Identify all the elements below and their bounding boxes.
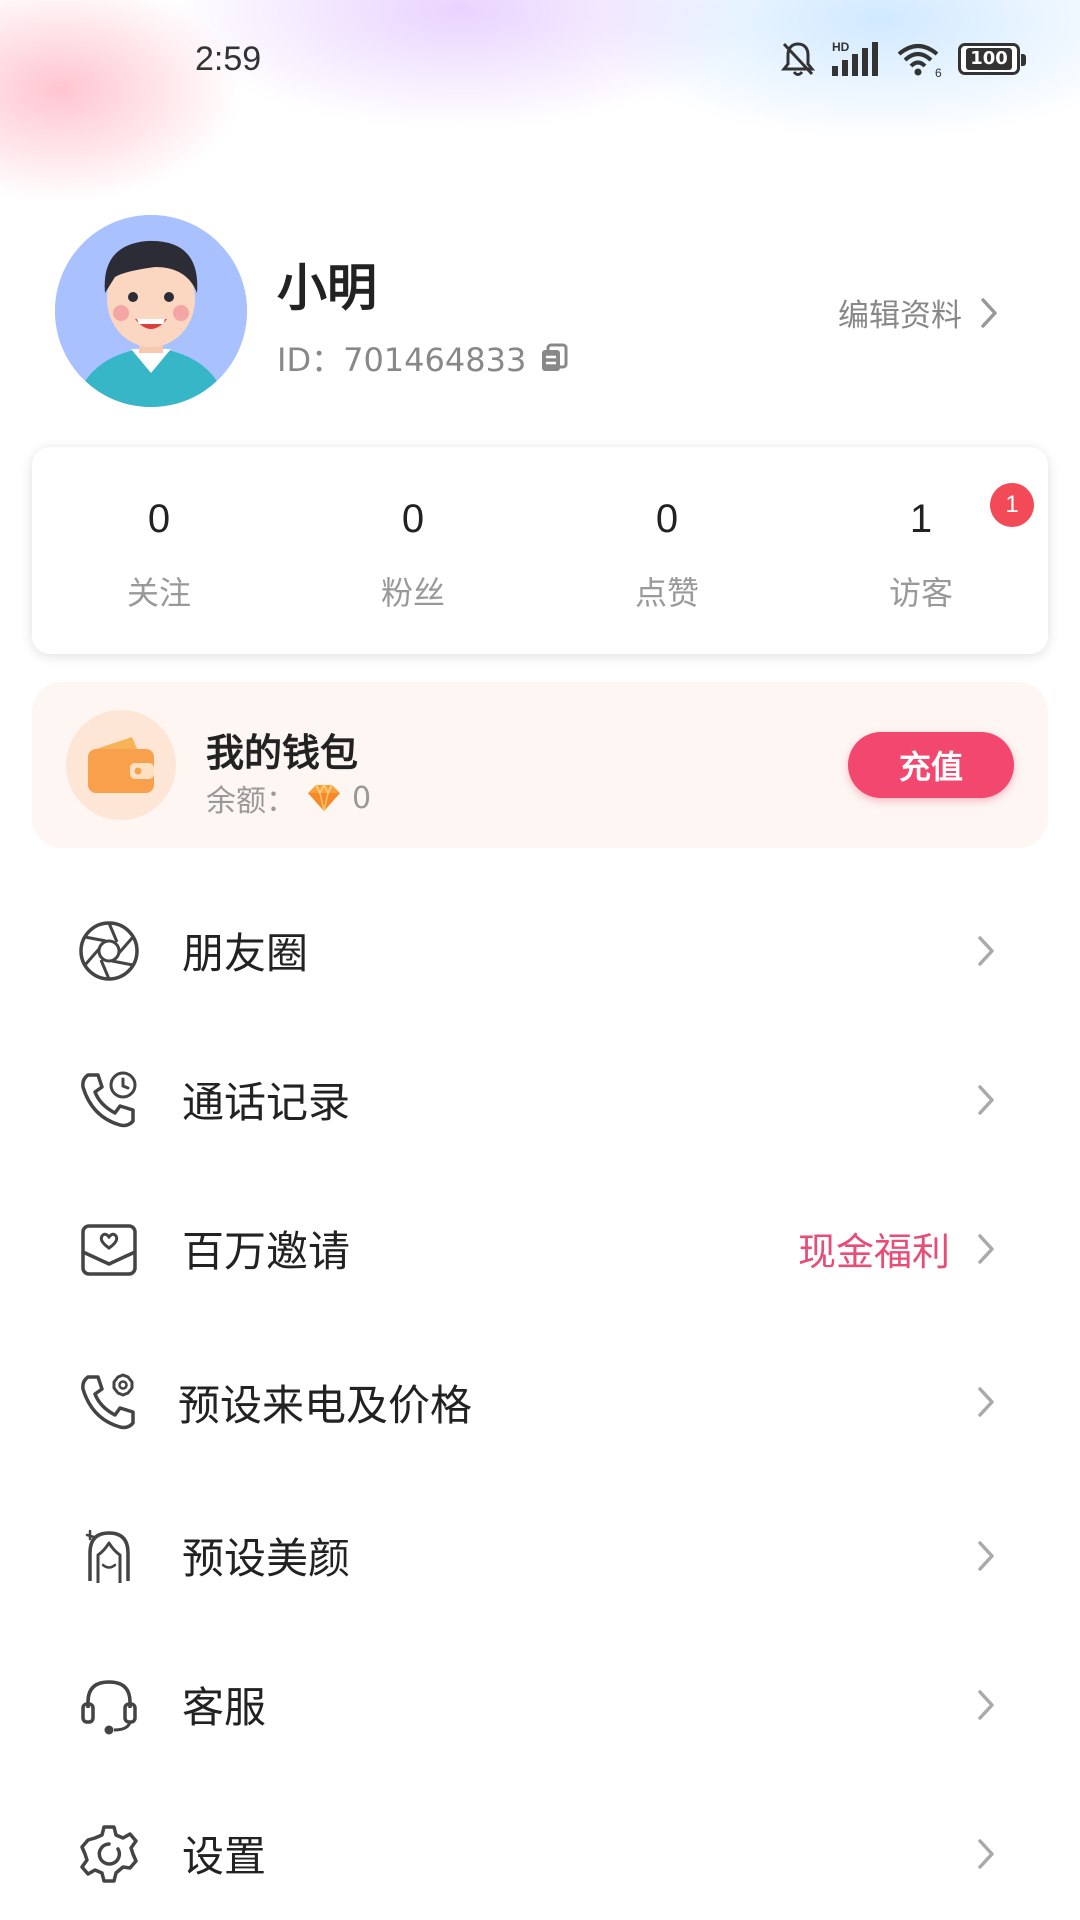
battery-level: 100 — [966, 48, 1012, 70]
settings-gear-icon — [78, 1823, 140, 1885]
menu-list: 朋友圈 通话记录 百万邀请 现金福利 预设来电及价格 预设美颜 客服 设置 — [0, 876, 1080, 1920]
network-type-label: HD — [832, 40, 850, 54]
chevron-right-icon — [981, 297, 997, 328]
stat-value: 0 — [147, 497, 171, 541]
diamond-icon — [308, 783, 340, 812]
chevron-right-icon — [978, 1838, 994, 1869]
menu-item-moments[interactable]: 朋友圈 — [0, 876, 1080, 1025]
menu-item-call-history[interactable]: 通话记录 — [0, 1025, 1080, 1174]
headset-icon — [78, 1674, 140, 1736]
visitor-notification-badge: 1 — [990, 483, 1034, 527]
stat-following[interactable]: 0 关注 — [32, 447, 286, 654]
menu-item-label: 设置 — [182, 1832, 267, 1881]
stat-label: 访客 — [888, 574, 953, 612]
wallet-icon-circle — [66, 710, 176, 820]
wifi-version-label: 6 — [935, 66, 942, 78]
stat-likes[interactable]: 0 点赞 — [540, 447, 794, 654]
menu-item-customer-service[interactable]: 客服 — [0, 1630, 1080, 1779]
chevron-right-icon — [978, 1540, 994, 1571]
mute-bell-icon — [780, 42, 816, 76]
wifi-icon: 6 — [897, 44, 942, 78]
edit-profile-label: 编辑资料 — [838, 298, 962, 334]
chevron-right-icon — [978, 1689, 994, 1720]
menu-item-preset-beauty[interactable]: 预设美颜 — [0, 1481, 1080, 1630]
menu-item-label: 通话记录 — [182, 1078, 351, 1127]
avatar[interactable] — [55, 215, 247, 407]
user-id-text: ID：701464833 — [277, 341, 527, 379]
menu-item-label: 预设美颜 — [182, 1534, 351, 1583]
menu-item-settings[interactable]: 设置 — [0, 1779, 1080, 1920]
cellular-signal-icon: HD — [832, 40, 878, 76]
wallet-balance: 余额： 0 — [206, 776, 371, 820]
aperture-icon — [78, 920, 140, 982]
stat-value: 0 — [401, 497, 425, 541]
menu-item-label: 客服 — [182, 1683, 267, 1732]
menu-item-preset-call-price[interactable]: 预设来电及价格 — [0, 1323, 1080, 1481]
beauty-face-icon — [78, 1525, 140, 1587]
phone-settings-icon — [78, 1371, 140, 1433]
battery-indicator: 100 — [958, 43, 1026, 75]
stat-fans[interactable]: 0 粉丝 — [286, 447, 540, 654]
wallet-balance-label: 余额： — [206, 784, 296, 819]
chevron-right-icon — [978, 1387, 994, 1417]
cash-bonus-tag: 现金福利 — [797, 1230, 950, 1274]
stat-value: 0 — [655, 497, 679, 541]
status-icons: HD 6 100 — [780, 40, 1026, 78]
user-id: ID：701464833 — [277, 335, 568, 381]
chevron-right-icon — [978, 935, 994, 966]
chevron-right-icon — [978, 1084, 994, 1115]
edit-profile-link[interactable]: 编辑资料 — [838, 290, 998, 335]
stat-label: 粉丝 — [380, 574, 445, 612]
wallet-title: 我的钱包 — [206, 731, 359, 775]
avatar-illustration — [55, 215, 247, 407]
username: 小明 — [277, 259, 377, 317]
status-bar: 2:59 HD 6 100 — [0, 0, 1080, 120]
recharge-button[interactable]: 充值 — [848, 732, 1014, 798]
menu-item-label: 百万邀请 — [182, 1227, 351, 1276]
status-time: 2:59 — [195, 40, 262, 78]
copy-icon[interactable] — [540, 343, 568, 373]
menu-item-label: 预设来电及价格 — [178, 1380, 473, 1430]
invite-envelope-icon — [78, 1218, 140, 1280]
chevron-right-icon — [978, 1233, 994, 1264]
phone-clock-icon — [78, 1069, 140, 1131]
menu-item-label: 朋友圈 — [182, 929, 309, 978]
stat-label: 关注 — [126, 574, 191, 612]
stat-visitors[interactable]: 1 访客 1 — [794, 447, 1048, 654]
stats-card: 0 关注 0 粉丝 0 点赞 1 访客 1 — [32, 447, 1048, 654]
stat-label: 点赞 — [634, 574, 699, 612]
stat-value: 1 — [909, 497, 933, 541]
wallet-card[interactable]: 我的钱包 余额： 0 充值 — [32, 682, 1048, 848]
menu-item-invite[interactable]: 百万邀请 现金福利 — [0, 1174, 1080, 1323]
wallet-balance-value: 0 — [352, 780, 372, 816]
wallet-icon — [88, 737, 154, 793]
